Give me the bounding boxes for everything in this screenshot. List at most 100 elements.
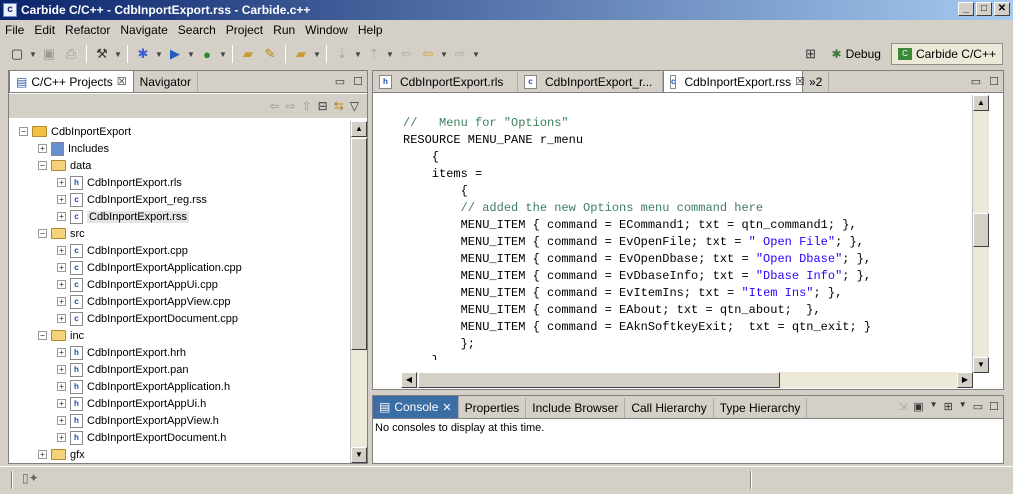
- tree-item[interactable]: + Includes: [38, 140, 109, 157]
- editor-vscrollbar[interactable]: ▲ ▼: [972, 95, 989, 373]
- tree-item[interactable]: + c CdbInportExport.rss: [57, 208, 189, 225]
- expand-icon[interactable]: +: [38, 450, 47, 459]
- expand-icon[interactable]: +: [57, 433, 66, 442]
- tree-item[interactable]: + h CdbInportExport.hrh: [57, 344, 186, 361]
- perspective-carbide[interactable]: C Carbide C/C++: [890, 43, 1003, 65]
- tree-item[interactable]: − data: [38, 157, 91, 174]
- expand-icon[interactable]: +: [57, 348, 66, 357]
- menu-file[interactable]: File: [0, 23, 29, 37]
- editor-tab[interactable]: c CdbInportExport.rss ☒: [663, 70, 805, 92]
- fast-view-icon[interactable]: ▯✦: [22, 471, 39, 485]
- debug-dropdown-icon[interactable]: ▼: [154, 50, 164, 59]
- open-console-dropdown-icon[interactable]: ▼: [959, 400, 967, 413]
- run-dropdown-icon[interactable]: ▼: [186, 50, 196, 59]
- expand-icon[interactable]: +: [57, 263, 66, 272]
- expand-icon[interactable]: +: [57, 246, 66, 255]
- scroll-thumb[interactable]: [351, 138, 367, 350]
- prev-annotation-icon[interactable]: ⇡: [363, 43, 385, 65]
- menu-search[interactable]: Search: [173, 23, 221, 37]
- expand-icon[interactable]: +: [57, 178, 66, 187]
- save-icon[interactable]: ▣: [38, 43, 60, 65]
- tab-include-browser[interactable]: Include Browser: [526, 398, 626, 418]
- tree-item[interactable]: + c CdbInportExportAppView.cpp: [57, 293, 231, 310]
- open-project-icon[interactable]: ▰: [237, 43, 259, 65]
- pin-console-icon[interactable]: ⇲: [898, 400, 907, 413]
- next-annotation-dropdown-icon[interactable]: ▼: [353, 50, 363, 59]
- minimize-view-icon[interactable]: ▭: [971, 75, 981, 88]
- maximize-view-icon[interactable]: ☐: [989, 400, 999, 413]
- collapse-icon[interactable]: −: [38, 229, 47, 238]
- expand-icon[interactable]: +: [57, 297, 66, 306]
- tree-item[interactable]: + c CdbInportExportAppUi.cpp: [57, 276, 218, 293]
- tab-console[interactable]: ▤ Console ✕: [373, 396, 459, 418]
- scroll-thumb[interactable]: [418, 372, 780, 388]
- tree-item[interactable]: + h CdbInportExportDocument.h: [57, 429, 226, 446]
- maximize-view-icon[interactable]: ☐: [989, 75, 999, 88]
- expand-icon[interactable]: +: [38, 144, 47, 153]
- link-editor-icon[interactable]: ⇆: [334, 99, 344, 113]
- menu-navigate[interactable]: Navigate: [115, 23, 172, 37]
- open-console-icon[interactable]: ⊞: [944, 400, 953, 413]
- scroll-down-icon[interactable]: ▼: [973, 357, 989, 373]
- scroll-thumb[interactable]: [973, 213, 989, 247]
- tab-overflow[interactable]: »2: [803, 72, 830, 92]
- tab-properties[interactable]: Properties: [459, 398, 527, 418]
- tree-item[interactable]: + c CdbInportExportApplication.cpp: [57, 259, 242, 276]
- tree-item[interactable]: + c CdbInportExportDocument.cpp: [57, 310, 238, 327]
- tree-item[interactable]: + h CdbInportExportApplication.h: [57, 378, 230, 395]
- perspective-debug[interactable]: ✱ Debug: [826, 43, 887, 65]
- tree-scrollbar[interactable]: ▲ ▼: [350, 121, 367, 463]
- external-tools-dropdown-icon[interactable]: ▼: [218, 50, 228, 59]
- new-dropdown-icon[interactable]: ▼: [28, 50, 38, 59]
- build-dropdown-icon[interactable]: ▼: [113, 50, 123, 59]
- close-button[interactable]: ✕: [994, 2, 1010, 16]
- external-tools-icon[interactable]: ●: [196, 43, 218, 65]
- collapse-icon[interactable]: −: [38, 331, 47, 340]
- editor-hscrollbar[interactable]: ◀ ▶: [401, 372, 973, 388]
- menu-project[interactable]: Project: [221, 23, 268, 37]
- menu-run[interactable]: Run: [268, 23, 300, 37]
- expand-icon[interactable]: +: [57, 399, 66, 408]
- tab-type-hierarchy[interactable]: Type Hierarchy: [714, 398, 808, 418]
- print-icon[interactable]: ⎙: [60, 43, 82, 65]
- menu-help[interactable]: Help: [353, 23, 388, 37]
- tree-item[interactable]: − CdbInportExport: [19, 123, 131, 140]
- collapse-all-icon[interactable]: ⊟: [318, 99, 328, 113]
- tab-navigator[interactable]: Navigator: [134, 72, 198, 92]
- run-icon[interactable]: ▶: [164, 43, 186, 65]
- debug-bug-icon[interactable]: ✱: [132, 43, 154, 65]
- scroll-down-icon[interactable]: ▼: [351, 447, 367, 463]
- menu-refactor[interactable]: Refactor: [60, 23, 115, 37]
- menu-window[interactable]: Window: [300, 23, 353, 37]
- display-console-icon[interactable]: ▣: [913, 400, 923, 413]
- open-folder-icon[interactable]: ▰: [290, 43, 312, 65]
- tree-item[interactable]: + h CdbInportExport.rls: [57, 174, 182, 191]
- scroll-up-icon[interactable]: ▲: [351, 121, 367, 137]
- expand-icon[interactable]: +: [57, 314, 66, 323]
- expand-icon[interactable]: +: [57, 416, 66, 425]
- tree-item[interactable]: − src: [38, 225, 85, 242]
- collapse-icon[interactable]: −: [19, 127, 28, 136]
- editor-tab[interactable]: h CdbInportExport.rls: [373, 72, 518, 92]
- open-folder-dropdown-icon[interactable]: ▼: [312, 50, 322, 59]
- build-hammer-icon[interactable]: ⚒: [91, 43, 113, 65]
- expand-icon[interactable]: +: [57, 382, 66, 391]
- open-perspective-icon[interactable]: ⊞: [800, 43, 822, 65]
- menu-edit[interactable]: Edit: [29, 23, 60, 37]
- scroll-right-icon[interactable]: ▶: [957, 372, 973, 388]
- tree-item[interactable]: + h CdbInportExportAppView.h: [57, 412, 219, 429]
- scroll-left-icon[interactable]: ◀: [401, 372, 417, 388]
- code-editor[interactable]: // Menu for "Options" RESOURCE MENU_PANE …: [403, 115, 973, 360]
- prev-annotation-dropdown-icon[interactable]: ▼: [385, 50, 395, 59]
- display-console-dropdown-icon[interactable]: ▼: [930, 400, 938, 413]
- forward-icon[interactable]: ⇨: [449, 43, 471, 65]
- tree-item[interactable]: − inc: [38, 327, 84, 344]
- close-icon[interactable]: ☒: [117, 75, 127, 88]
- minimize-view-icon[interactable]: ▭: [335, 75, 345, 88]
- forward-dropdown-icon[interactable]: ▼: [471, 50, 481, 59]
- expand-icon[interactable]: +: [57, 212, 66, 221]
- next-annotation-icon[interactable]: ⇣: [331, 43, 353, 65]
- maximize-button[interactable]: □: [976, 2, 992, 16]
- back-icon[interactable]: ⇦: [417, 43, 439, 65]
- tree-item[interactable]: + h CdbInportExport.pan: [57, 361, 189, 378]
